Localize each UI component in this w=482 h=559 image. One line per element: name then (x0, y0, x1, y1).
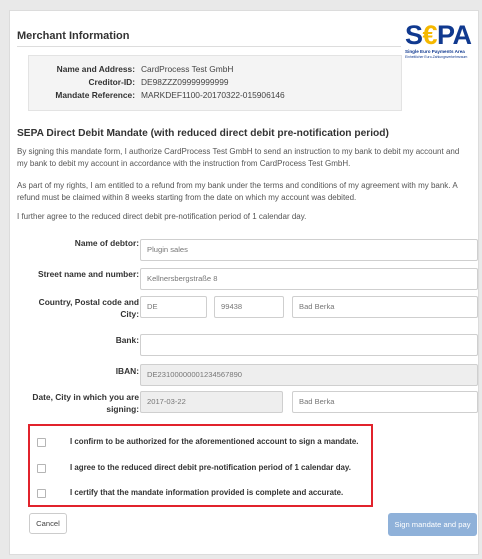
consent-row-authorized[interactable]: I confirm to be authorized for the afore… (30, 435, 371, 451)
mandate-reference-value: MARKDEF1100-20170322-015906146 (141, 90, 285, 100)
creditor-id-label: Creditor-ID: (88, 77, 135, 87)
consent-row-prenotification[interactable]: I agree to the reduced direct debit pre-… (30, 461, 371, 477)
bank-input[interactable] (140, 334, 478, 356)
city-input[interactable]: Bad Berka (292, 296, 478, 318)
mandate-reference-row: Mandate Reference: MARKDEF1100-20170322-… (29, 89, 401, 102)
consent-prenotification-label[interactable]: I agree to the reduced direct debit pre-… (70, 463, 351, 472)
cancel-button[interactable]: Cancel (29, 513, 67, 534)
mandate-paragraph-2: As part of my rights, I am entitled to a… (17, 181, 458, 202)
mandate-reference-label: Mandate Reference: (55, 90, 135, 100)
iban-label: IBAN: (115, 366, 139, 376)
divider (17, 46, 401, 47)
merchant-info-box: Name and Address: CardProcess Test GmbH … (28, 55, 402, 111)
signing-date-input: 2017-03-22 (140, 391, 283, 413)
consent-box: I confirm to be authorized for the afore… (28, 424, 373, 507)
consent-prenotification-checkbox[interactable] (37, 464, 46, 473)
mandate-title: SEPA Direct Debit Mandate (with reduced … (17, 128, 389, 139)
postal-code-input[interactable]: 99438 (214, 296, 284, 318)
sepa-logo-subtitle-small: Einheitlicher Euro-Zahlungsverkehrsraum (405, 55, 468, 59)
creditor-id-row: Creditor-ID: DE98ZZZ09999999999 (29, 76, 401, 89)
iban-input: DE23100000001234567890 (140, 364, 478, 386)
signing-city-input[interactable]: Bad Berka (292, 391, 478, 413)
signing-date-city-label: Date, City in which you are signing: (32, 392, 139, 414)
merchant-name-value: CardProcess Test GmbH (141, 64, 234, 74)
debtor-name-input[interactable]: Plugin sales (140, 239, 478, 261)
consent-authorized-checkbox[interactable] (37, 438, 46, 447)
consent-authorized-label[interactable]: I confirm to be authorized for the afore… (70, 437, 358, 446)
sepa-logo-word: S€PA (405, 20, 472, 50)
merchant-name-row: Name and Address: CardProcess Test GmbH (29, 63, 401, 76)
consent-accurate-checkbox[interactable] (37, 489, 46, 498)
sepa-logo: S€PA Single Euro Payments Area Einheitli… (405, 22, 475, 62)
mandate-paragraph-1: By signing this mandate form, I authoriz… (17, 147, 460, 168)
creditor-id-value: DE98ZZZ09999999999 (141, 77, 229, 87)
street-input[interactable]: Kellnersbergstraße 8 (140, 268, 478, 290)
merchant-name-label: Name and Address: (56, 64, 135, 74)
mandate-paragraph-3: I further agree to the reduced direct de… (17, 212, 307, 221)
consent-accurate-label[interactable]: I certify that the mandate information p… (70, 488, 343, 497)
merchant-title: Merchant Information (17, 30, 130, 42)
debtor-name-label: Name of debtor: (74, 238, 139, 248)
sign-mandate-and-pay-button[interactable]: Sign mandate and pay (388, 513, 477, 536)
street-label: Street name and number: (38, 269, 139, 279)
country-input[interactable]: DE (140, 296, 207, 318)
country-postal-city-label: Country, Postal code and City: (38, 297, 139, 319)
consent-row-accurate[interactable]: I certify that the mandate information p… (30, 486, 371, 502)
bank-label: Bank: (115, 335, 139, 345)
